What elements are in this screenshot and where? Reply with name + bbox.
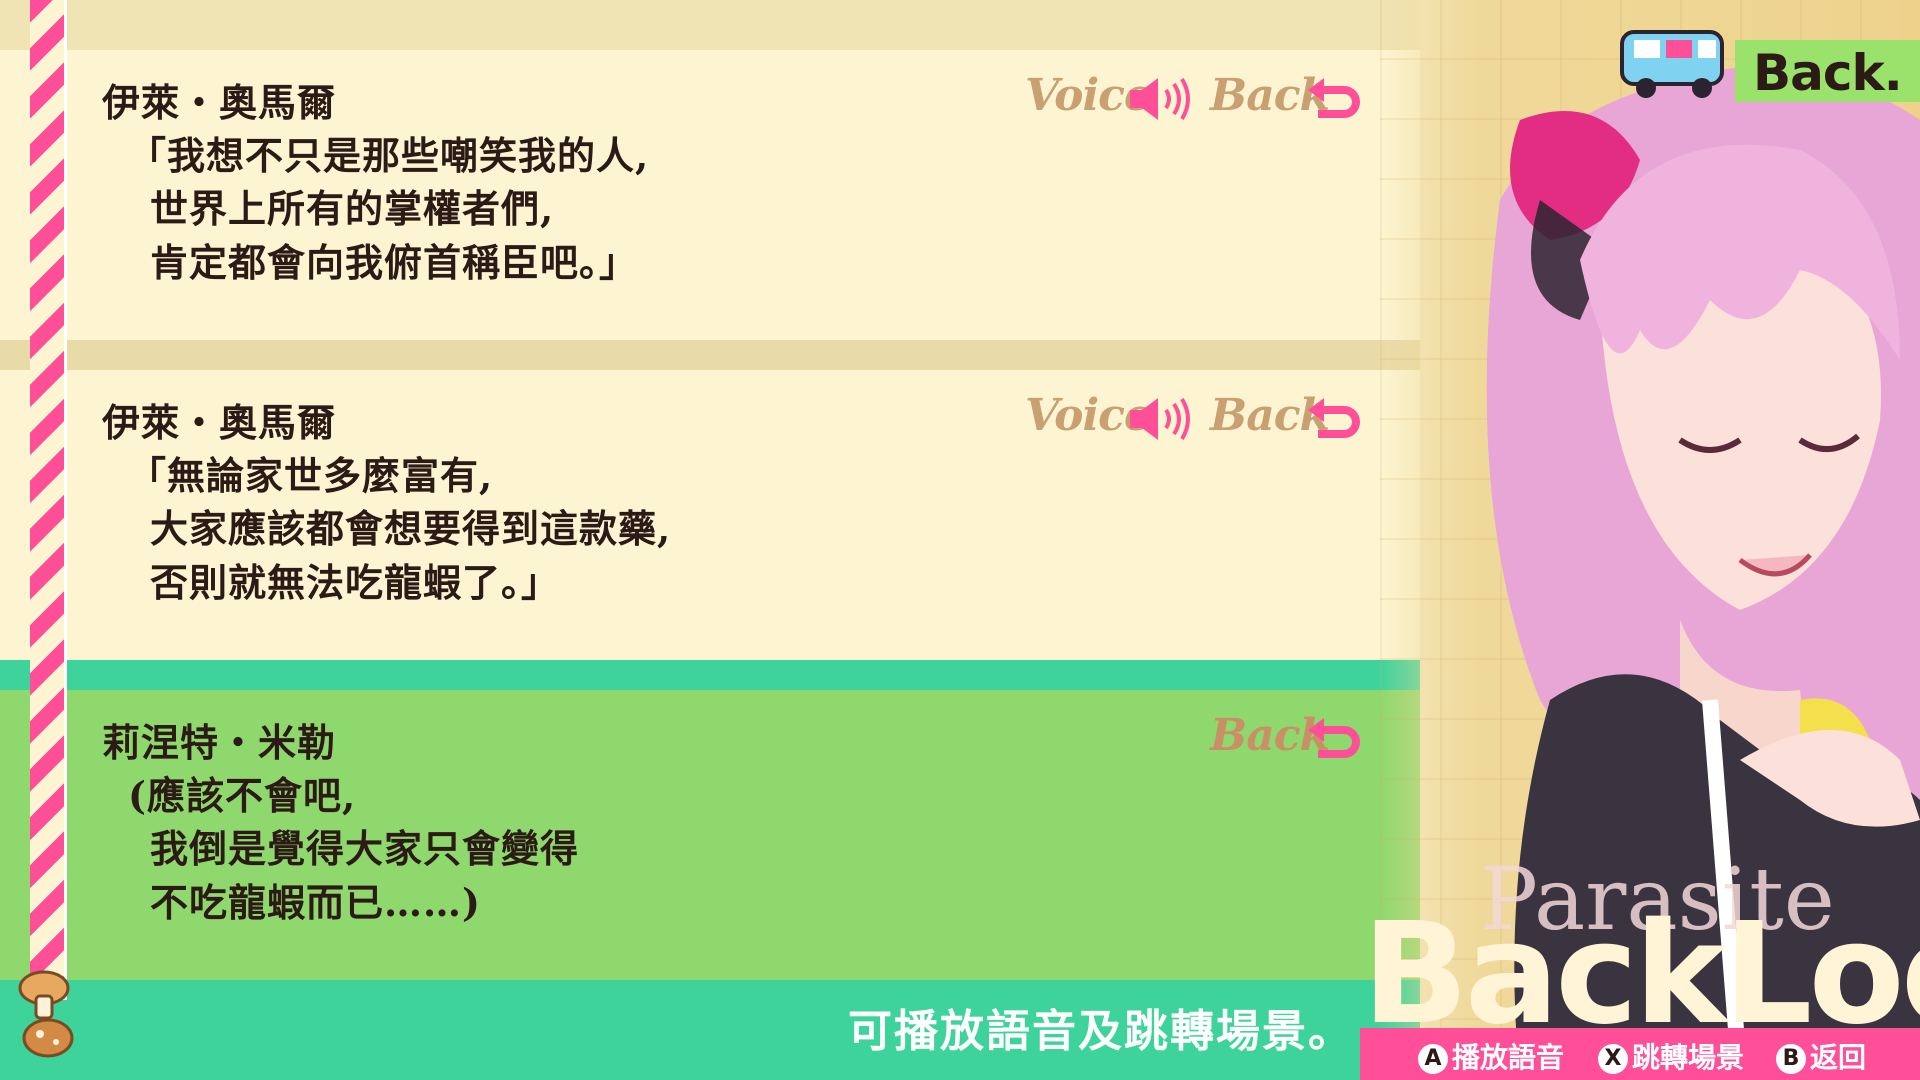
- bus-icon[interactable]: [1612, 24, 1742, 104]
- control-label: 返回: [1810, 1041, 1867, 1074]
- control-return[interactable]: B 返回: [1776, 1036, 1866, 1076]
- speaker-name: 伊萊・奧馬爾: [102, 400, 337, 445]
- control-play-voice[interactable]: A 播放語音: [1418, 1036, 1564, 1076]
- speaker-name: 莉涅特・米勒: [102, 720, 337, 765]
- speaker-icon[interactable]: [1128, 76, 1192, 122]
- control-jump-scene[interactable]: X 跳轉場景: [1598, 1036, 1744, 1076]
- scroll-thumb-mushroom-icon[interactable]: [8, 966, 82, 1066]
- log-entry-1: 伊萊・奧馬爾 「我想不只是那些嘲笑我的人, 世界上所有的掌權者們, 肯定都會向我…: [0, 50, 1420, 340]
- dialogue-line: (應該不會吧,: [128, 773, 357, 818]
- return-arrow-icon[interactable]: [1308, 398, 1362, 442]
- dialogue-line: 否則就無法吃龍蝦了。」: [150, 560, 561, 605]
- backlog-screen: 伊萊・奧馬爾 「我想不只是那些嘲笑我的人, 世界上所有的掌權者們, 肯定都會向我…: [0, 0, 1920, 1080]
- return-arrow-icon[interactable]: [1308, 78, 1362, 122]
- a-button-icon: A: [1418, 1044, 1448, 1074]
- control-label: 跳轉場景: [1632, 1041, 1745, 1074]
- top-band: [0, 0, 1420, 50]
- footer-hint: 可播放語音及跳轉場景。: [848, 1006, 1354, 1057]
- dialogue-line: 「我想不只是那些嘲笑我的人,: [128, 133, 650, 178]
- dialogue-line: 我倒是覺得大家只會變得: [150, 826, 580, 871]
- candy-stripe-border: [30, 0, 67, 1000]
- b-button-icon: B: [1776, 1044, 1806, 1074]
- backlog-logo: BackLog: [1362, 893, 1920, 1056]
- back-button-label: Back.: [1753, 44, 1903, 102]
- x-button-icon: X: [1598, 1044, 1628, 1074]
- dialogue-line: 不吃龍蝦而已……): [150, 880, 481, 925]
- entry-divider: [0, 660, 1420, 690]
- dialogue-line: 肯定都會向我俯首稱臣吧。」: [150, 240, 639, 285]
- log-entry-2: 伊萊・奧馬爾 「無論家世多麼富有, 大家應該都會想要得到這款藥, 否則就無法吃龍…: [0, 370, 1420, 660]
- dialogue-line: 「無論家世多麼富有,: [128, 453, 494, 498]
- dialogue-line: 大家應該都會想要得到這款藥,: [150, 506, 672, 551]
- back-button[interactable]: Back.: [1735, 40, 1920, 102]
- control-label: 播放語音: [1452, 1041, 1565, 1074]
- speaker-name: 伊萊・奧馬爾: [102, 80, 337, 125]
- speaker-icon[interactable]: [1128, 396, 1192, 442]
- dialogue-line: 世界上所有的掌權者們,: [150, 186, 555, 231]
- return-arrow-icon[interactable]: [1308, 718, 1362, 762]
- entry-divider: [0, 340, 1420, 370]
- log-entry-3-current: 莉涅特・米勒 (應該不會吧, 我倒是覺得大家只會變得 不吃龍蝦而已……) Bac…: [0, 690, 1420, 980]
